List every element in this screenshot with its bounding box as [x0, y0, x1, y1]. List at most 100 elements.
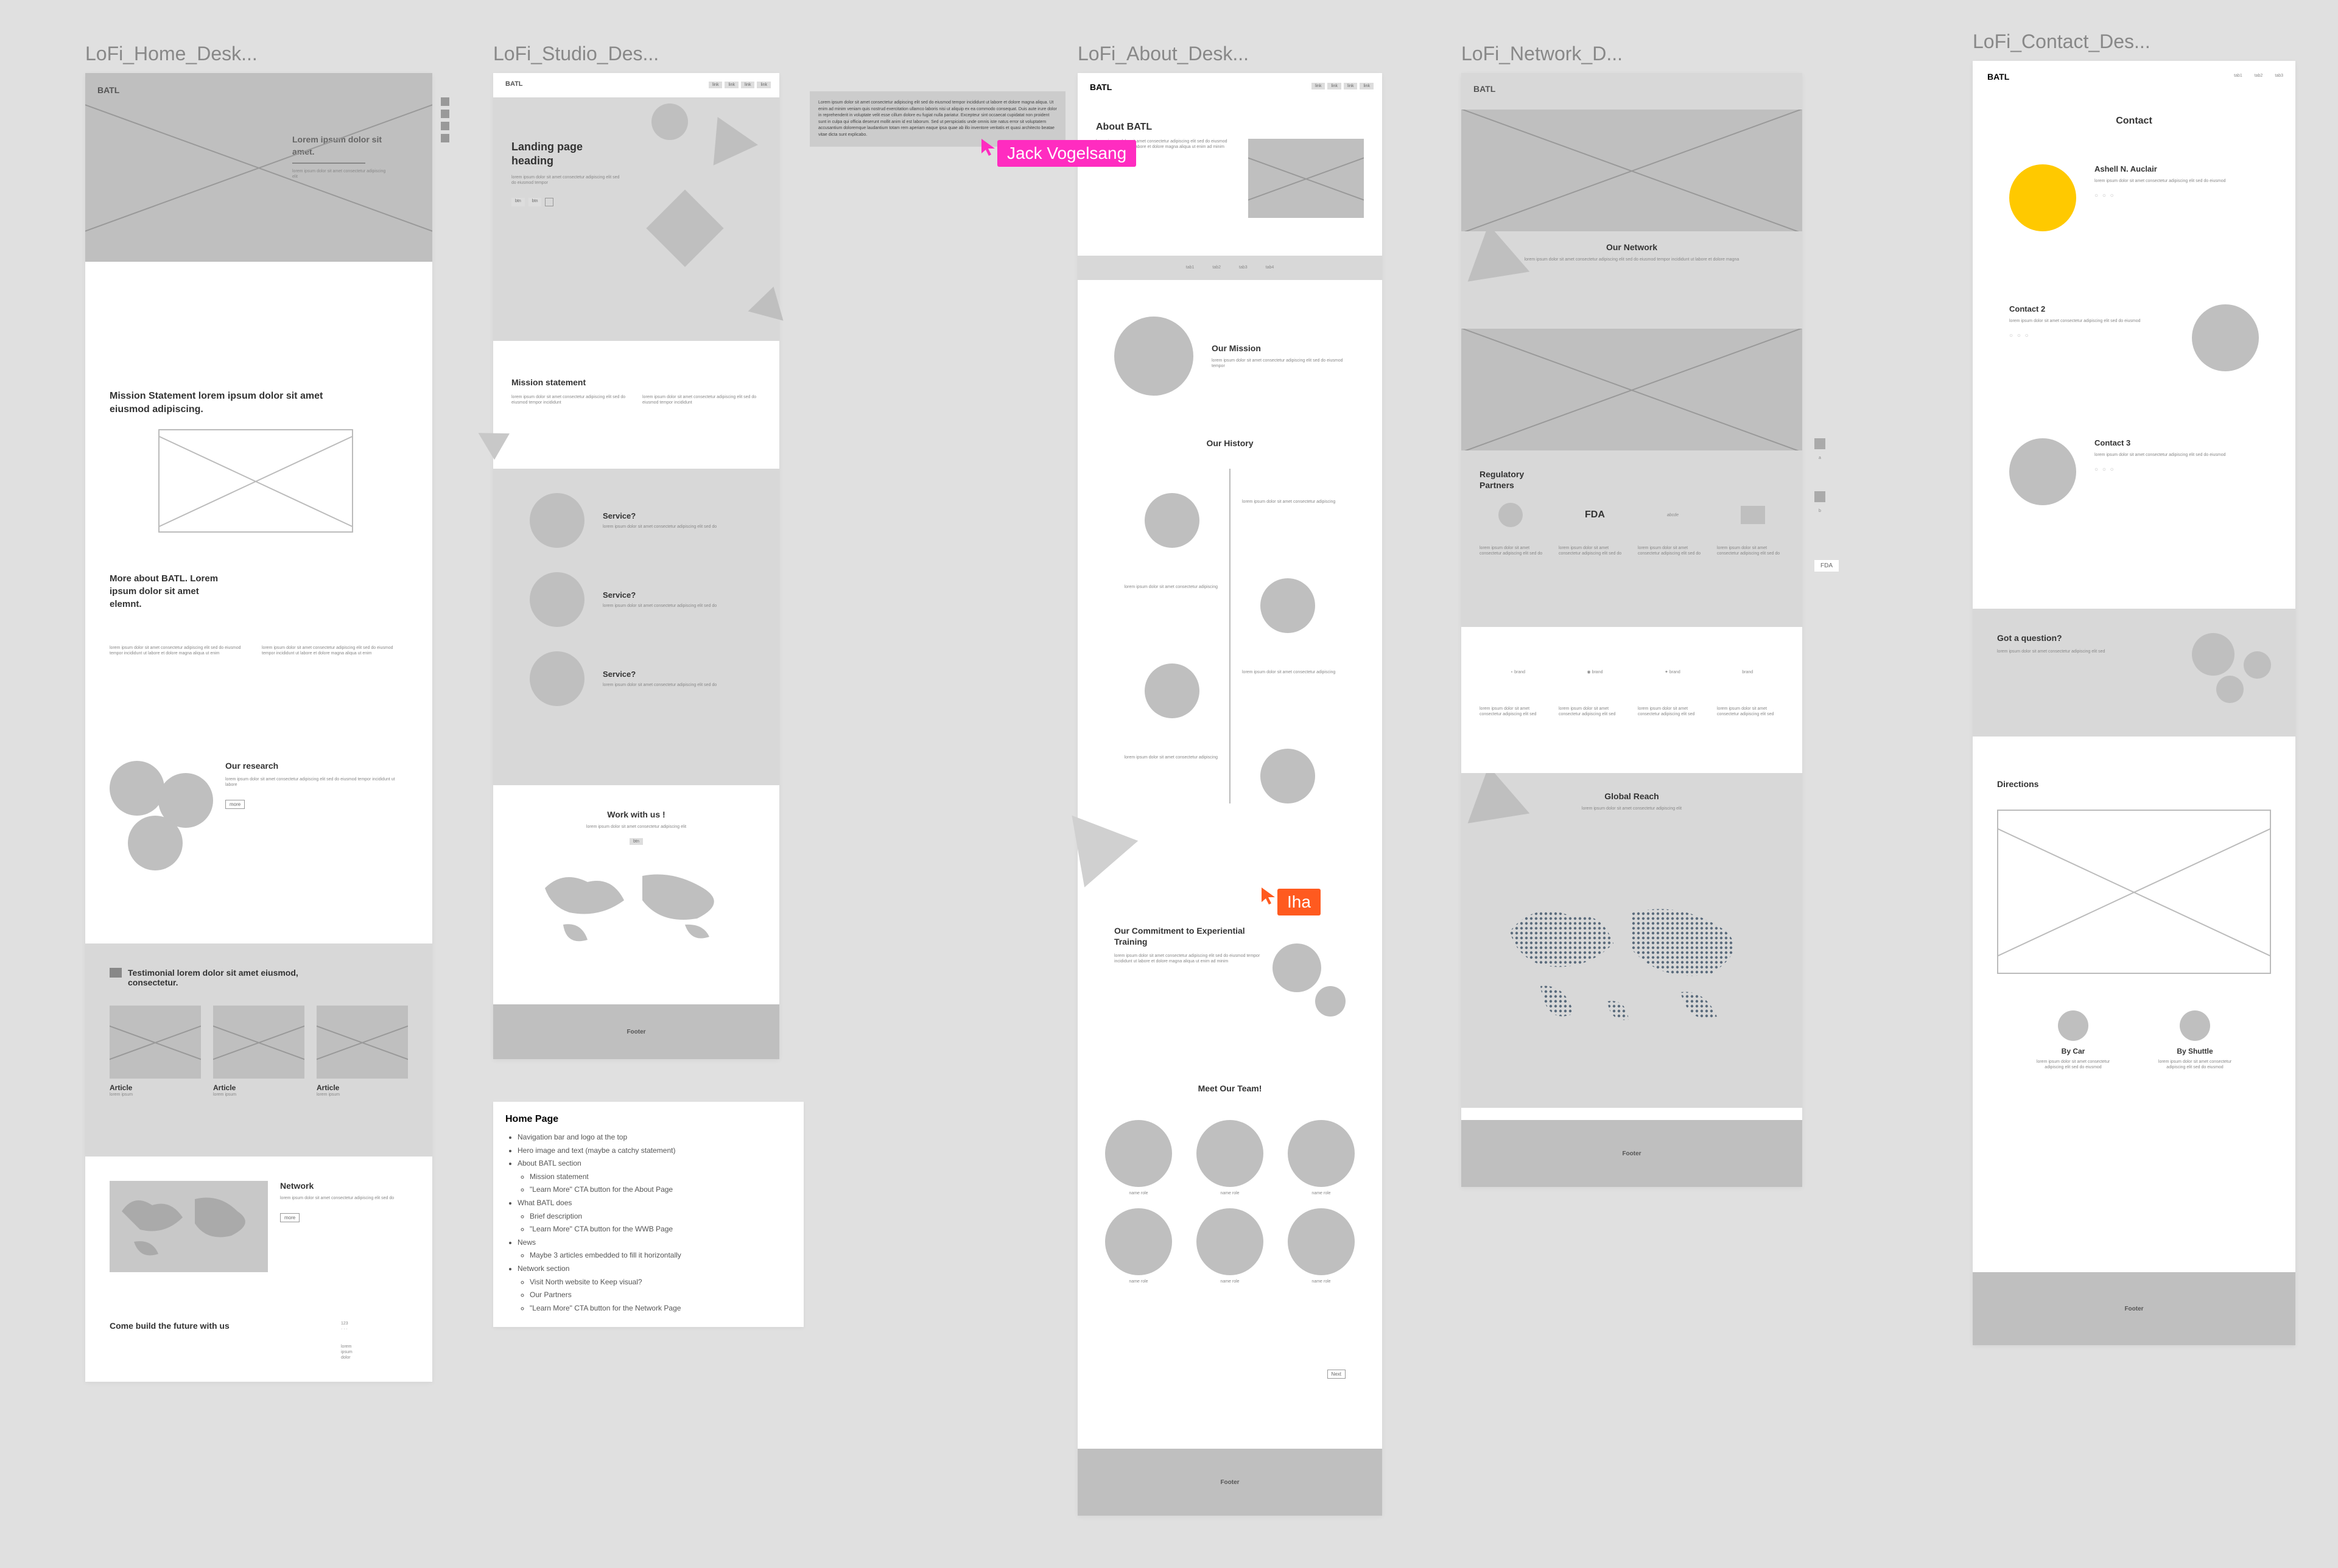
testimonial-inner: Testimonial lorem dolor sit amet eiusmod… — [85, 943, 432, 1122]
notes-list: Navigation bar and logo at the top Hero … — [505, 1131, 792, 1315]
frame-network[interactable]: BATL Our Network lorem ipsum dolor sit a… — [1461, 73, 1802, 1187]
team-member[interactable]: name role — [1102, 1208, 1175, 1284]
logo: BATL — [1473, 84, 1495, 94]
avatar — [1196, 1208, 1263, 1275]
frame-contact[interactable]: BATL tab1 tab2 tab3 Contact Ashell N. Au… — [1973, 61, 2295, 1345]
collaborator-cursor-orange: Iha — [1260, 889, 1321, 915]
research-text: Our research lorem ipsum dolor sit amet … — [225, 761, 402, 870]
nav-item[interactable]: tab2 — [2255, 73, 2263, 79]
hero-btn[interactable]: btn — [511, 198, 525, 206]
frame-label-about[interactable]: LoFi_About_Desk... — [1078, 43, 1249, 65]
article-image — [110, 1006, 201, 1079]
frame-studio[interactable]: BATL link link link link Landing page he… — [493, 73, 779, 1059]
close-icon[interactable] — [545, 198, 553, 206]
side-icon[interactable] — [441, 122, 449, 130]
service-text: Service? lorem ipsum dolor sit amet cons… — [603, 511, 717, 530]
team-member[interactable]: name role — [1285, 1208, 1358, 1284]
logo: BATL — [97, 85, 119, 95]
anno-icon[interactable] — [1814, 438, 1825, 449]
nav-item[interactable]: tab1 — [2234, 73, 2242, 79]
frame-label-home[interactable]: LoFi_Home_Desk... — [85, 43, 258, 65]
service-row: Service? lorem ipsum dolor sit amet cons… — [530, 493, 743, 548]
socials[interactable]: ○ ○ ○ — [2094, 192, 2259, 199]
frame-label-studio[interactable]: LoFi_Studio_Des... — [493, 43, 659, 65]
reg-inner: Regulatory Partners FDA abcde lorem ipsu… — [1461, 450, 1802, 575]
more-title: More about BATL. Lorem ipsum dolor sit a… — [110, 572, 231, 611]
nav-item[interactable]: link — [709, 82, 723, 88]
frame-label-contact[interactable]: LoFi_Contact_Des... — [1973, 30, 2150, 53]
col: lorem ipsum dolor sit amet consectetur a… — [110, 645, 250, 656]
direction-card: By Shuttle lorem ipsum dolor sit amet co… — [2152, 1010, 2238, 1070]
article-card[interactable]: Article lorem ipsum — [317, 1006, 408, 1097]
nav-item[interactable]: link — [1327, 83, 1341, 89]
article-card[interactable]: Article lorem ipsum — [213, 1006, 304, 1097]
shape-triangle — [1072, 805, 1144, 887]
nav-item[interactable]: link — [757, 82, 771, 88]
team-member[interactable]: name role — [1193, 1208, 1266, 1284]
learn-more-button[interactable]: more — [225, 800, 245, 809]
services-col: Service? lorem ipsum dolor sit amet cons… — [493, 469, 779, 730]
work-button[interactable]: btn — [630, 838, 643, 845]
sticky-note[interactable]: Lorem ipsum dolor sit amet consectetur a… — [810, 91, 1065, 147]
nav-item[interactable]: tab3 — [2275, 73, 2283, 79]
tab[interactable]: tab4 — [1266, 265, 1274, 270]
article-card[interactable]: Article lorem ipsum — [110, 1006, 201, 1097]
about-hero: About BATL lorem ipsum dolor sit amet co… — [1096, 122, 1364, 218]
name: name role — [1285, 1191, 1358, 1196]
more-cols: lorem ipsum dolor sit amet consectetur a… — [110, 645, 402, 656]
meta: · · · — [341, 1326, 402, 1332]
partner-logo — [1741, 506, 1765, 524]
anno-icon[interactable] — [1814, 491, 1825, 502]
frame-home[interactable]: BATL Lorem ipsum dolor sit amet. lorem i… — [85, 73, 432, 1382]
side-icon[interactable] — [441, 110, 449, 118]
network-button[interactable]: more — [280, 1213, 300, 1222]
hero-btn[interactable]: btn — [528, 198, 542, 206]
meta: loremipsumdolor — [341, 1344, 402, 1360]
team-member[interactable]: name role — [1102, 1120, 1175, 1196]
nav-item[interactable]: link — [741, 82, 755, 88]
research-circles — [110, 761, 213, 870]
band-image — [1461, 329, 1802, 450]
notes-card[interactable]: Home Page Navigation bar and logo at the… — [493, 1102, 804, 1327]
mission-icon — [1114, 317, 1193, 396]
logo: BATL — [1090, 82, 1112, 92]
team-member[interactable]: name role — [1193, 1120, 1266, 1196]
avatar — [1196, 1120, 1263, 1187]
service-row: Service? lorem ipsum dolor sit amet cons… — [530, 651, 743, 706]
frame-about[interactable]: BATL link link link link About BATL lore… — [1078, 73, 1382, 1516]
fda-note[interactable]: FDA — [1814, 560, 1839, 572]
tab[interactable]: tab2 — [1212, 265, 1221, 270]
nav-item[interactable]: link — [1360, 83, 1374, 89]
next-button[interactable]: Next — [1327, 1370, 1346, 1379]
nav-item[interactable]: link — [725, 82, 739, 88]
team-member[interactable]: name role — [1285, 1120, 1358, 1196]
frame-label-network[interactable]: LoFi_Network_D... — [1461, 43, 1623, 65]
timeline-node — [1145, 663, 1199, 718]
map-image[interactable] — [1997, 810, 2271, 974]
service-title: Service? — [603, 670, 717, 679]
socials[interactable]: ○ ○ ○ — [2009, 332, 2174, 339]
article-sub: lorem ipsum — [110, 1092, 201, 1097]
col: lorem ipsum dolor sit amet consectetur a… — [262, 645, 402, 656]
directions-row: By Car lorem ipsum dolor sit amet consec… — [2009, 1010, 2259, 1070]
tab[interactable]: tab1 — [1186, 265, 1195, 270]
hero-image: BATL Lorem ipsum dolor sit amet. lorem i… — [85, 73, 432, 262]
body: lorem ipsum dolor sit amet consectetur a… — [1540, 806, 1723, 811]
reach-band: Global Reach lorem ipsum dolor sit amet … — [1461, 773, 1802, 1108]
socials[interactable]: ○ ○ ○ — [2094, 466, 2259, 473]
body: lorem ipsum dolor sit amet consectetur a… — [2094, 452, 2259, 458]
mission-title: Mission Statement lorem ipsum dolor sit … — [110, 390, 365, 417]
cta-meta: 123 · · · loremipsumdolor — [341, 1321, 402, 1360]
tab[interactable]: tab3 — [1239, 265, 1248, 270]
side-icon[interactable] — [441, 134, 449, 142]
commitment-row: Our Commitment to Experiential Training … — [1114, 925, 1346, 965]
nav-item[interactable]: link — [1311, 83, 1325, 89]
name: name role — [1193, 1191, 1266, 1196]
nav-item[interactable]: link — [1344, 83, 1358, 89]
timeline-node — [1145, 493, 1199, 548]
body: lorem ipsum dolor sit amet consectetur a… — [1522, 257, 1741, 262]
circle — [128, 816, 183, 870]
side-icon[interactable] — [441, 97, 449, 106]
note-item: Navigation bar and logo at the top — [518, 1131, 792, 1144]
work-body: lorem ipsum dolor sit amet consectetur a… — [557, 824, 715, 830]
